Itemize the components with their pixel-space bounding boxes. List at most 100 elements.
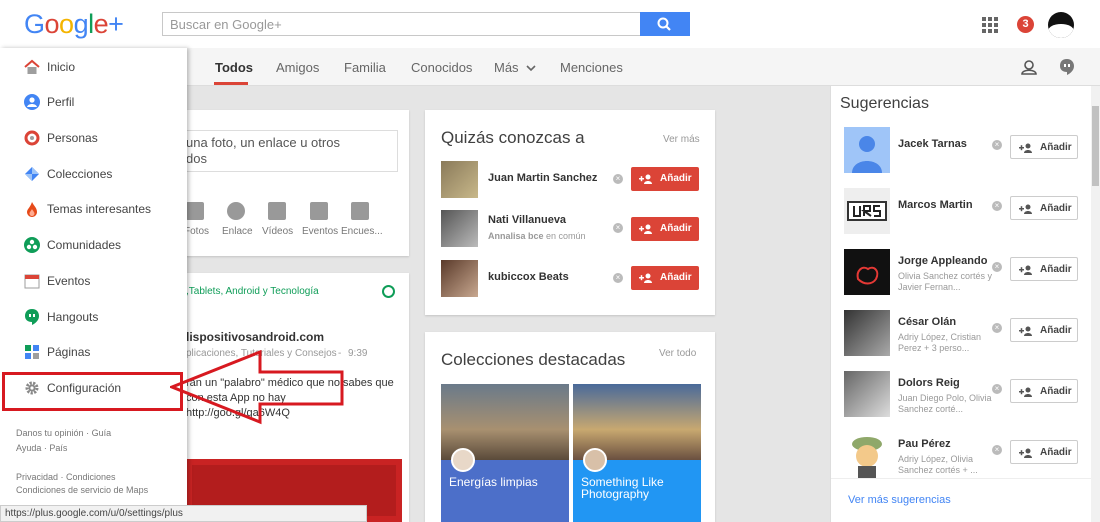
drawer-item-inicio[interactable]: Inicio bbox=[0, 50, 187, 84]
footer-separator: · bbox=[83, 428, 92, 438]
person-name[interactable]: kubiccox Beats bbox=[488, 271, 569, 283]
drawer-item-perfil[interactable]: Perfil bbox=[0, 85, 187, 119]
suggestion-photo[interactable] bbox=[844, 371, 890, 417]
dismiss-icon[interactable]: × bbox=[613, 273, 623, 283]
search-input[interactable] bbox=[163, 13, 641, 35]
annotation-arrow bbox=[170, 350, 344, 425]
video-icon[interactable] bbox=[268, 202, 286, 220]
add-person-button[interactable]: Añadir bbox=[631, 167, 699, 191]
guide-link[interactable]: Guía bbox=[92, 428, 112, 438]
person-photo[interactable] bbox=[441, 260, 478, 297]
tab-todos[interactable]: Todos bbox=[215, 60, 253, 75]
add-person-icon bbox=[1019, 143, 1032, 153]
maps-terms-link[interactable]: Condiciones de servicio de Maps bbox=[16, 485, 148, 495]
tab-amigos[interactable]: Amigos bbox=[276, 60, 319, 75]
drawer-item-eventos[interactable]: Eventos bbox=[0, 264, 187, 298]
suggestion-photo[interactable] bbox=[844, 310, 890, 356]
person-photo[interactable] bbox=[441, 161, 478, 198]
poll-icon[interactable] bbox=[351, 202, 369, 220]
share-photos-label: Fotos bbox=[184, 226, 210, 237]
share-poll-label: Encues... bbox=[341, 226, 383, 237]
drawer-item-label: Eventos bbox=[47, 274, 91, 288]
suggestions-panel: Sugerencias Jacek Tarnas × Añadir Marcos… bbox=[830, 86, 1100, 522]
add-person-label: Añadir bbox=[660, 173, 692, 184]
scrollbar-thumb[interactable] bbox=[1092, 106, 1099, 186]
dismiss-icon[interactable]: × bbox=[992, 384, 1002, 394]
person-row: Juan Martin Sanchez × Añadir bbox=[441, 161, 701, 201]
event-icon[interactable] bbox=[310, 202, 328, 220]
collection-tile[interactable]: Energías limpias bbox=[441, 384, 569, 522]
drawer-item-label: Hangouts bbox=[47, 310, 99, 324]
drawer-item-colecciones[interactable]: Colecciones bbox=[0, 157, 187, 191]
suggestion-mutual: Adriy López, Olivia Sanchez cortés + ... bbox=[898, 454, 978, 475]
conditions-link[interactable]: Condiciones bbox=[66, 472, 116, 482]
link-icon[interactable] bbox=[227, 202, 245, 220]
suggestion-photo[interactable] bbox=[844, 432, 890, 478]
add-suggestion-button[interactable]: Añadir bbox=[1010, 318, 1078, 342]
suggestion-name[interactable]: Marcos Martin bbox=[898, 199, 973, 211]
drawer-item-personas[interactable]: Personas bbox=[0, 121, 187, 155]
add-suggestion-label: Añadir bbox=[1040, 325, 1072, 336]
collection-tile[interactable]: Something Like Photography bbox=[573, 384, 701, 522]
privacy-link[interactable]: Privacidad bbox=[16, 472, 58, 482]
add-person-button[interactable]: Añadir bbox=[631, 266, 699, 290]
dismiss-icon[interactable]: × bbox=[992, 201, 1002, 211]
share-prompt: una foto, un enlace u otros bbox=[186, 135, 340, 150]
feedback-link[interactable]: Danos tu opinión bbox=[16, 428, 84, 438]
notification-badge[interactable]: 3 bbox=[1017, 16, 1034, 33]
country-link[interactable]: País bbox=[49, 443, 67, 453]
add-suggestion-button[interactable]: Añadir bbox=[1010, 440, 1078, 464]
see-more-suggestions-link[interactable]: Ver más sugerencias bbox=[848, 494, 951, 506]
tab-mas[interactable]: Más bbox=[494, 60, 536, 75]
help-link[interactable]: Ayuda bbox=[16, 443, 41, 453]
tab-menciones[interactable]: Menciones bbox=[560, 60, 623, 75]
drawer-item-hangouts[interactable]: Hangouts bbox=[0, 300, 187, 334]
suggestion-name[interactable]: Jacek Tarnas bbox=[898, 138, 967, 150]
add-suggestion-label: Añadir bbox=[1040, 447, 1072, 458]
suggestion-name[interactable]: Pau Pérez bbox=[898, 438, 951, 450]
drawer-item-temas[interactable]: Temas interesantes bbox=[0, 192, 187, 226]
share-box[interactable]: una foto, un enlace u otros dos Fotos En… bbox=[150, 110, 409, 256]
dismiss-icon[interactable]: × bbox=[992, 262, 1002, 272]
tab-familia[interactable]: Familia bbox=[344, 60, 386, 75]
suggestion-mutual: Adriy López, Cristian Perez + 3 perso... bbox=[898, 332, 982, 353]
people-see-more-link[interactable]: Ver más bbox=[663, 134, 700, 145]
dismiss-icon[interactable]: × bbox=[992, 323, 1002, 333]
apps-grid-icon[interactable] bbox=[982, 17, 998, 33]
add-suggestion-button[interactable]: Añadir bbox=[1010, 379, 1078, 403]
tab-conocidos[interactable]: Conocidos bbox=[411, 60, 472, 75]
camera-icon[interactable] bbox=[186, 202, 204, 220]
calendar-icon bbox=[24, 274, 40, 289]
people-bell-icon[interactable] bbox=[1020, 58, 1038, 76]
divider bbox=[831, 478, 1092, 479]
hangouts-icon[interactable] bbox=[1058, 58, 1076, 76]
drawer-item-paginas[interactable]: Páginas bbox=[0, 335, 187, 369]
dismiss-icon[interactable]: × bbox=[613, 223, 623, 233]
dismiss-icon[interactable]: × bbox=[613, 174, 623, 184]
add-person-button[interactable]: Añadir bbox=[631, 217, 699, 241]
person-name[interactable]: Juan Martin Sanchez bbox=[488, 172, 597, 184]
suggestion-photo[interactable] bbox=[844, 188, 890, 234]
add-suggestion-button[interactable]: Añadir bbox=[1010, 257, 1078, 281]
suggestion-name[interactable]: Dolors Reig bbox=[898, 377, 960, 389]
add-person-icon bbox=[639, 224, 652, 234]
google-plus-logo[interactable]: Google+ bbox=[24, 9, 124, 40]
people-you-may-know-card: Quizás conozcas a Ver más Juan Martin Sa… bbox=[425, 110, 715, 315]
dismiss-icon[interactable]: × bbox=[992, 445, 1002, 455]
add-suggestion-button[interactable]: Añadir bbox=[1010, 196, 1078, 220]
suggestion-name[interactable]: César Olán bbox=[898, 316, 956, 328]
collections-see-all-link[interactable]: Ver todo bbox=[659, 348, 696, 359]
drawer-item-comunidades[interactable]: Comunidades bbox=[0, 228, 187, 262]
person-name[interactable]: Nati Villanueva bbox=[488, 214, 566, 226]
suggestion-photo[interactable] bbox=[844, 249, 890, 295]
suggestion-photo[interactable] bbox=[844, 127, 890, 173]
dismiss-icon[interactable]: × bbox=[992, 140, 1002, 150]
person-photo[interactable] bbox=[441, 210, 478, 247]
user-avatar[interactable] bbox=[1048, 12, 1074, 38]
post-author[interactable]: lispositivosandroid.com bbox=[186, 330, 324, 344]
suggestion-name[interactable]: Jorge Appleando bbox=[898, 255, 987, 267]
post-community[interactable]: ,Tablets, Android y Tecnología bbox=[186, 286, 319, 297]
scrollbar[interactable] bbox=[1091, 86, 1100, 522]
add-suggestion-button[interactable]: Añadir bbox=[1010, 135, 1078, 159]
search-button[interactable] bbox=[640, 12, 690, 36]
